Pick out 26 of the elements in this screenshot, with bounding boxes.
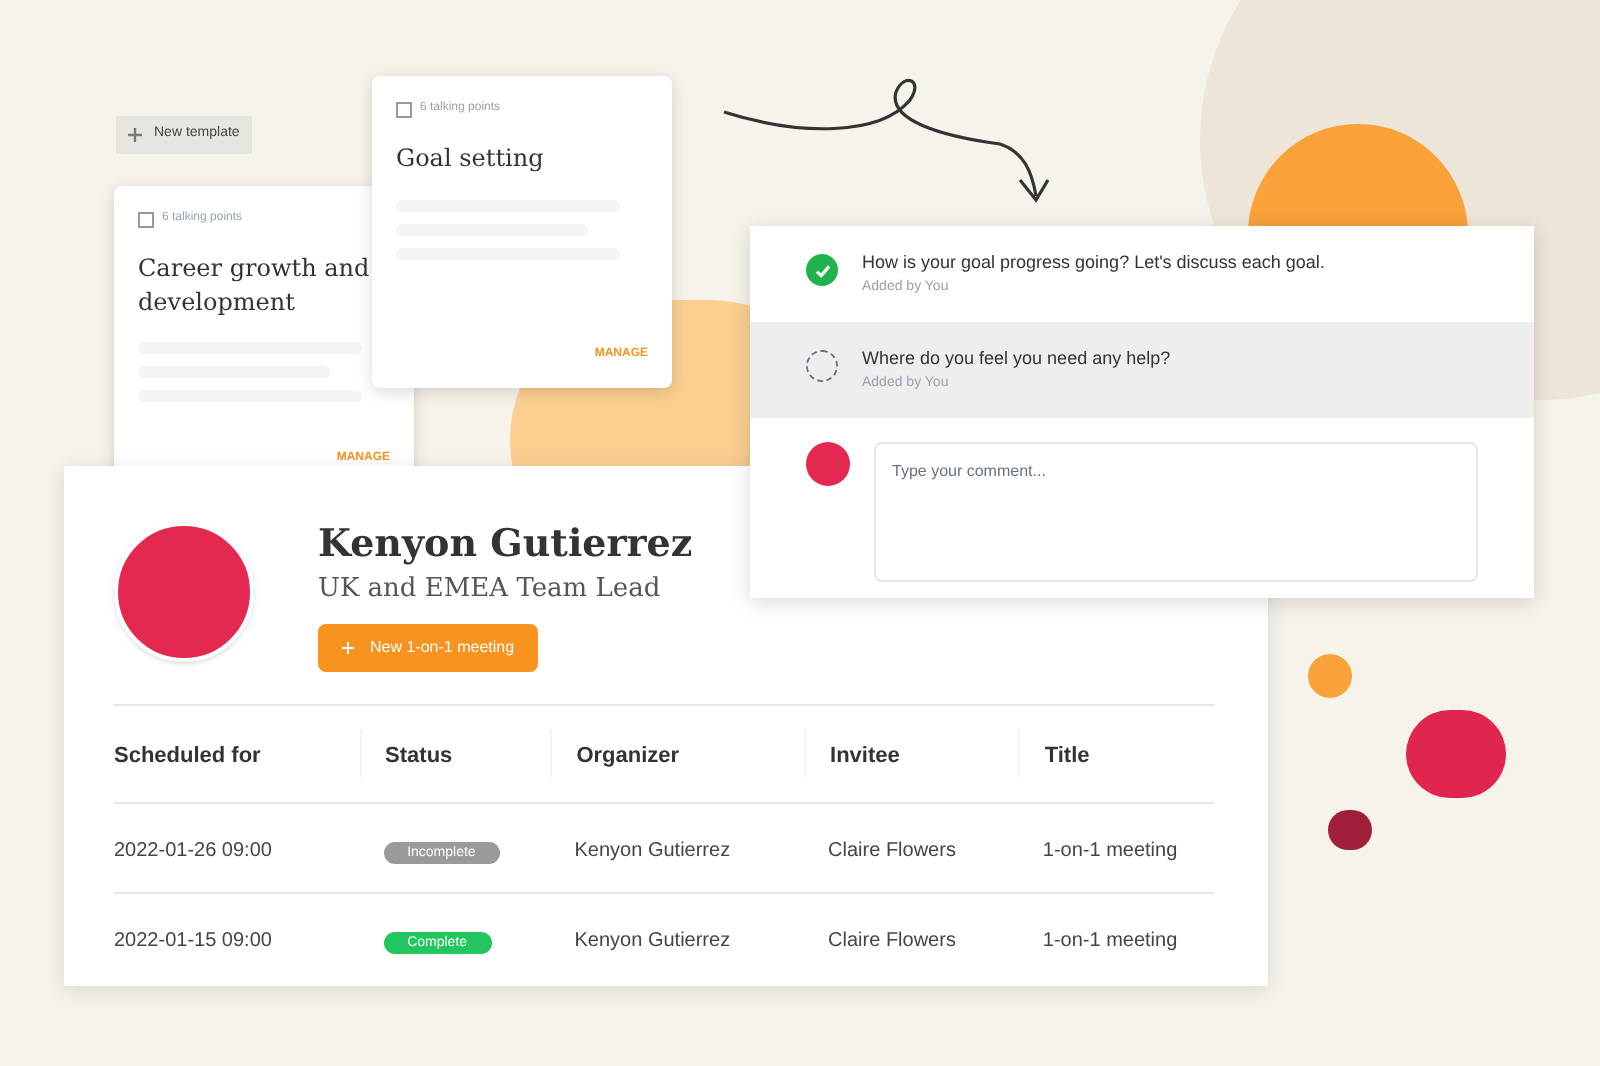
template-title: Career growth and development bbox=[138, 252, 372, 318]
talking-point-text: Where do you feel you need any help? bbox=[862, 346, 1171, 372]
template-title: Goal setting bbox=[396, 142, 546, 175]
column-header: Status bbox=[385, 744, 453, 769]
column-header: Invitee bbox=[830, 744, 900, 769]
plus-icon bbox=[342, 642, 354, 655]
profile-role: UK and EMEA Team Lead bbox=[318, 571, 663, 608]
table-cell: 1-on-1 meeting bbox=[1042, 930, 1178, 953]
note-icon bbox=[138, 211, 154, 227]
profile-name: Kenyon Gutierrez bbox=[318, 522, 693, 570]
table-cell: Kenyon Gutierrez bbox=[574, 840, 731, 863]
column-header: Organizer bbox=[576, 744, 680, 769]
plus-icon bbox=[128, 127, 142, 142]
table-cell: Kenyon Gutierrez bbox=[574, 930, 731, 953]
table-cell: Claire Flowers bbox=[828, 840, 956, 863]
table-cell: 1-on-1 meeting bbox=[1042, 840, 1178, 863]
talking-point-text: How is your goal progress going? Let's discuss each goal. bbox=[862, 250, 1325, 276]
table-cell: 2022-01-15 09:00 bbox=[114, 930, 272, 953]
table-cell: Claire Flowers bbox=[828, 930, 956, 953]
avatar bbox=[114, 522, 254, 662]
column-header: Title bbox=[1044, 744, 1090, 769]
table-cell: 2022-01-26 09:00 bbox=[114, 840, 272, 863]
comment-field[interactable]: Type your comment... bbox=[874, 442, 1478, 582]
column-header: Scheduled for bbox=[114, 744, 261, 769]
avatar bbox=[806, 442, 850, 486]
note-icon bbox=[396, 101, 412, 117]
